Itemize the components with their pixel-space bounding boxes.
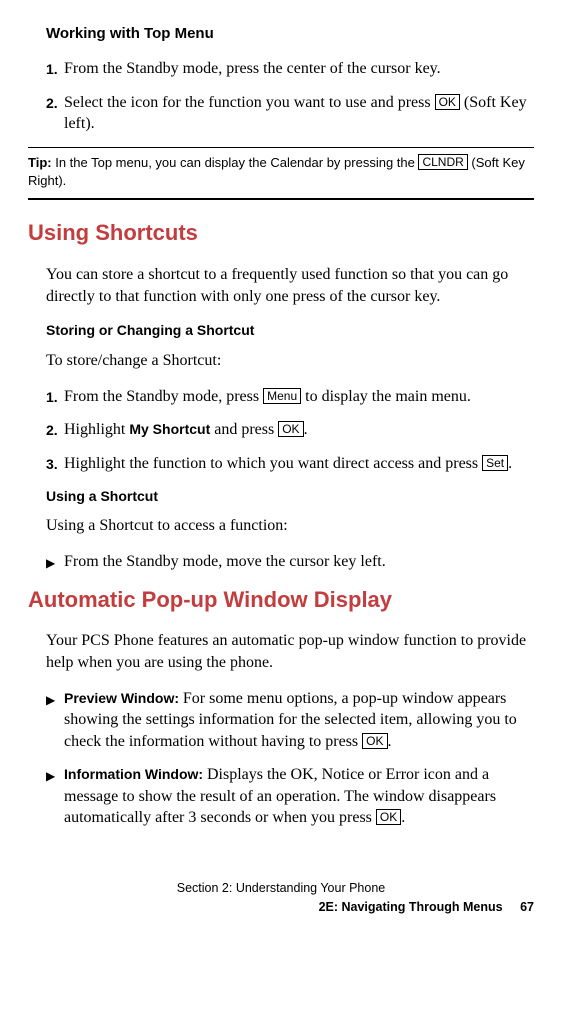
subheading-storing: Storing or Changing a Shortcut	[46, 321, 534, 340]
bullet-information-window: ▶ Information Window: Displays the OK, N…	[46, 764, 534, 829]
keycap-menu: Menu	[263, 388, 301, 404]
intro-paragraph: Your PCS Phone features an automatic pop…	[46, 630, 534, 673]
tip-label: Tip:	[28, 155, 55, 170]
text-fragment: In the Top menu, you can display the Cal…	[55, 155, 418, 170]
page-number: 67	[520, 898, 534, 917]
bullet-text: Preview Window: For some menu options, a…	[64, 688, 534, 753]
step-text: Select the icon for the function you wan…	[64, 92, 534, 135]
page-footer: Section 2: Understanding Your Phone 2E: …	[28, 879, 534, 917]
step-text: Highlight My Shortcut and press OK.	[64, 419, 534, 441]
bullet-mark-icon: ▶	[46, 688, 64, 753]
bullet-mark-icon: ▶	[46, 551, 64, 573]
step-text: From the Standby mode, press the center …	[64, 58, 534, 80]
bullet-text: Information Window: Displays the OK, Not…	[64, 764, 534, 829]
keycap-set: Set	[482, 455, 508, 471]
step-number: 3.	[46, 453, 64, 475]
text-fragment: From the Standby mode, press	[64, 388, 263, 405]
keycap-ok: OK	[376, 809, 401, 825]
step-number: 2.	[46, 92, 64, 135]
text-fragment: Highlight the function to which you want…	[64, 455, 482, 472]
footer-subsection: 2E: Navigating Through Menus	[319, 900, 503, 914]
text-fragment: and press	[210, 421, 278, 438]
text-fragment: .	[508, 455, 512, 472]
keycap-clndr: CLNDR	[418, 154, 467, 170]
text-fragment: Select the icon for the function you wan…	[64, 94, 435, 111]
intro-paragraph: You can store a shortcut to a frequently…	[46, 264, 534, 307]
footer-section-title: Section 2: Understanding Your Phone	[28, 879, 534, 898]
text-fragment: .	[401, 809, 405, 826]
strong-my-shortcut: My Shortcut	[129, 421, 210, 437]
step-2: 2. Select the icon for the function you …	[46, 92, 534, 135]
step-2: 2. Highlight My Shortcut and press OK.	[46, 419, 534, 441]
keycap-ok: OK	[278, 421, 303, 437]
step-3: 3. Highlight the function to which you w…	[46, 453, 534, 475]
step-number: 2.	[46, 419, 64, 441]
text-fragment: .	[304, 421, 308, 438]
heading-working-top-menu: Working with Top Menu	[46, 24, 534, 44]
bullet-text: From the Standby mode, move the cursor k…	[64, 551, 386, 573]
subheading-using-shortcut: Using a Shortcut	[46, 487, 534, 506]
step-1: 1. From the Standby mode, press the cent…	[46, 58, 534, 80]
text-fragment: to display the main menu.	[301, 388, 471, 405]
bullet-preview-window: ▶ Preview Window: For some menu options,…	[46, 688, 534, 753]
tip-block: Tip: In the Top menu, you can display th…	[28, 147, 534, 200]
step-number: 1.	[46, 58, 64, 80]
strong-information-window: Information Window:	[64, 766, 207, 782]
bullet-item: ▶ From the Standby mode, move the cursor…	[46, 551, 534, 573]
heading-using-shortcuts: Using Shortcuts	[28, 218, 534, 248]
step-text: Highlight the function to which you want…	[64, 453, 534, 475]
step-1: 1. From the Standby mode, press Menu to …	[46, 386, 534, 408]
keycap-ok: OK	[435, 94, 460, 110]
text-fragment: .	[388, 733, 392, 750]
bullet-mark-icon: ▶	[46, 764, 64, 829]
heading-auto-popup: Automatic Pop-up Window Display	[28, 585, 534, 615]
step-text: From the Standby mode, press Menu to dis…	[64, 386, 534, 408]
step-number: 1.	[46, 386, 64, 408]
keycap-ok: OK	[362, 733, 387, 749]
sub-intro: To store/change a Shortcut:	[46, 350, 534, 372]
text-fragment: Highlight	[64, 421, 129, 438]
strong-preview-window: Preview Window:	[64, 690, 183, 706]
sub-intro: Using a Shortcut to access a function:	[46, 515, 534, 537]
